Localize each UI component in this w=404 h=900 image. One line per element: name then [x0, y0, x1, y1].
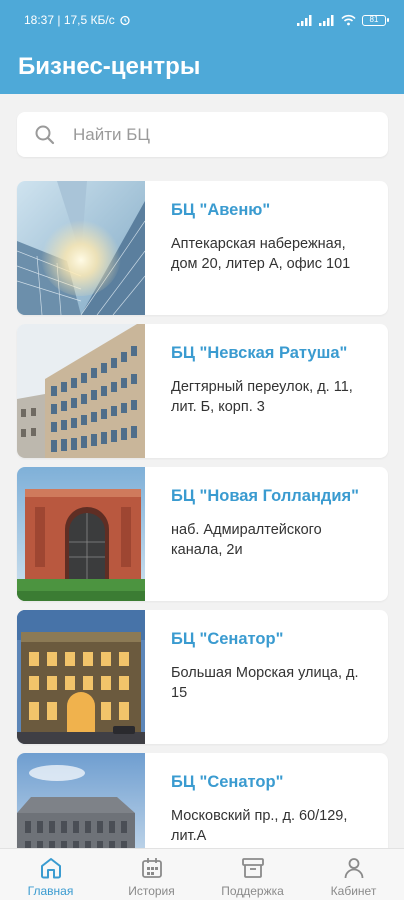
search-bar[interactable]: [17, 112, 388, 157]
building-photo: [17, 181, 145, 315]
nav-item-home[interactable]: Главная: [0, 849, 101, 900]
business-center-address: Большая Морская улица, д. 15: [171, 665, 359, 701]
app-bar: Бизнес-центры: [0, 40, 404, 94]
calendar-icon: [141, 858, 162, 878]
nav-item-account[interactable]: Кабинет: [303, 849, 404, 900]
business-center-address: Аптекарская набережная, дом 20, литер А,…: [171, 236, 351, 272]
business-center-card[interactable]: БЦ "Сенатор" Большая Морская улица, д. 1…: [17, 610, 388, 744]
nav-label: Поддержка: [221, 884, 284, 898]
bottom-navigation: Главная История Поддержка Кабинет: [0, 848, 404, 900]
archive-box-icon: [241, 858, 264, 878]
nav-label: Главная: [27, 884, 74, 898]
building-photo: [17, 324, 145, 458]
business-center-name: БЦ "Новая Голландия": [171, 487, 360, 505]
battery-level: 81: [369, 14, 379, 24]
wifi-icon: [341, 14, 356, 26]
business-center-list: БЦ "Авеню" Аптекарская набережная, дом 2…: [17, 181, 388, 896]
status-bar: 18:37 | 17,5 КБ/с 81: [0, 0, 404, 40]
search-input[interactable]: [73, 124, 353, 145]
search-icon[interactable]: [34, 124, 56, 146]
business-center-card[interactable]: БЦ "Авеню" Аптекарская набережная, дом 2…: [17, 181, 388, 315]
signal-icon-2: [319, 14, 334, 26]
battery-icon: 81: [362, 14, 389, 26]
status-time: 18:37 | 17,5 КБ/с: [24, 13, 115, 27]
nav-item-history[interactable]: История: [101, 849, 202, 900]
person-icon: [344, 858, 363, 879]
business-center-name: БЦ "Авеню": [171, 201, 271, 219]
business-center-address: Дегтярный переулок, д. 11, лит. Б, корп.…: [171, 379, 353, 415]
nav-label: Кабинет: [330, 884, 377, 898]
building-photo: [17, 610, 145, 744]
home-icon: [40, 858, 61, 879]
business-center-address: наб. Адмиралтейского канала, 2и: [171, 522, 322, 558]
business-center-card[interactable]: БЦ "Новая Голландия" наб. Адмиралтейског…: [17, 467, 388, 601]
nav-label: История: [128, 884, 175, 898]
business-center-card[interactable]: БЦ "Невская Ратуша" Дегтярный переулок, …: [17, 324, 388, 458]
business-center-name: БЦ "Сенатор": [171, 773, 284, 791]
business-center-name: БЦ "Сенатор": [171, 630, 284, 648]
signal-icon: [297, 14, 312, 26]
alarm-icon: [120, 15, 130, 26]
page-title: Бизнес-центры: [18, 53, 201, 80]
nav-item-support[interactable]: Поддержка: [202, 849, 303, 900]
business-center-name: БЦ "Невская Ратуша": [171, 344, 348, 362]
business-center-address: Московский пр., д. 60/129, лит.А: [171, 808, 348, 844]
building-photo: [17, 467, 145, 601]
